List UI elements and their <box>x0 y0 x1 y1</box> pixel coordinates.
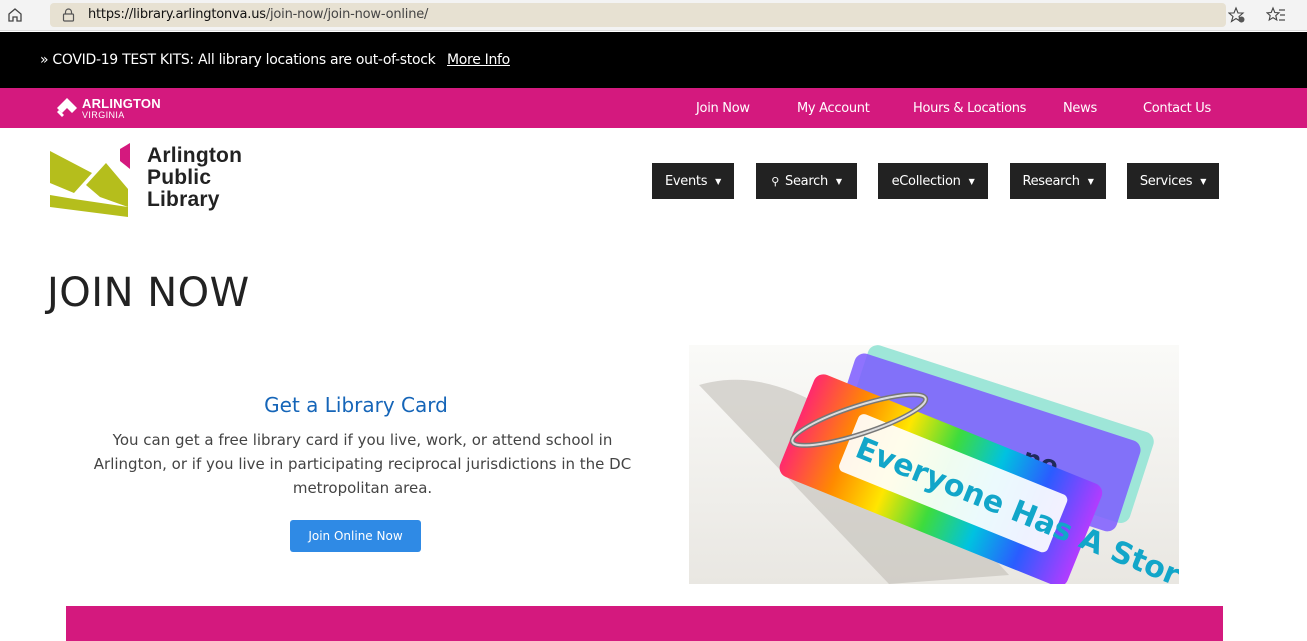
url-path: /join-now/join-now-online/ <box>265 7 429 22</box>
footer-banner <box>66 606 1223 641</box>
services-label: Services <box>1139 173 1193 189</box>
nav-join-now[interactable]: Join Now <box>696 101 750 116</box>
events-label: Events <box>664 173 708 189</box>
search-label: Search <box>785 173 828 189</box>
lock-icon[interactable] <box>62 8 75 22</box>
ecollection-menu-button[interactable]: eCollection ▼ <box>878 163 988 199</box>
search-menu-button[interactable]: ⚲ Search ▼ <box>756 163 857 199</box>
nav-news[interactable]: News <box>1063 101 1097 116</box>
library-logo-mark-icon <box>50 143 130 217</box>
card-section-title: Get a Library Card <box>264 393 448 417</box>
caret-down-icon: ▼ <box>968 176 975 186</box>
research-label: Research <box>1022 173 1080 189</box>
nav-hours-locations[interactable]: Hours & Locations <box>913 101 1026 116</box>
library-name-line2: Public <box>147 166 212 189</box>
favorite-star-icon[interactable] <box>1228 6 1246 24</box>
more-info-link[interactable]: More Info <box>447 52 510 68</box>
library-name-line3: Library <box>147 188 220 211</box>
browser-toolbar: https://library.arlingtonva.us/join-now/… <box>0 0 1307 31</box>
page-title: JOIN NOW <box>47 270 250 316</box>
nav-contact-us[interactable]: Contact Us <box>1143 101 1211 116</box>
alert-text: » COVID-19 TEST KITS: All library locati… <box>40 52 436 68</box>
url-text: https://library.arlingtonva.us/join-now/… <box>88 7 428 22</box>
caret-down-icon: ▼ <box>715 176 722 186</box>
caret-down-icon: ▼ <box>1200 176 1207 186</box>
card-section-text: You can get a free library card if you l… <box>93 431 632 497</box>
events-menu-button[interactable]: Events ▼ <box>652 163 734 199</box>
arlington-diamond-icon <box>57 98 77 117</box>
caret-down-icon: ▼ <box>1087 176 1094 186</box>
library-logo[interactable]: Arlington Public Library <box>48 143 268 221</box>
nav-my-account[interactable]: My Account <box>797 101 870 116</box>
address-bar[interactable]: https://library.arlingtonva.us/join-now/… <box>50 3 1226 27</box>
library-cards-image: ne Everyone Has A Story <box>689 345 1179 584</box>
join-online-now-button[interactable]: Join Online Now <box>290 520 421 552</box>
county-header: ARLINGTON VIRGINIA Join Now My Account H… <box>0 88 1307 128</box>
alert-banner: » COVID-19 TEST KITS: All library locati… <box>0 32 1307 88</box>
services-menu-button[interactable]: Services ▼ <box>1127 163 1219 199</box>
arlington-county-logo[interactable]: ARLINGTON VIRGINIA <box>55 95 185 121</box>
url-domain: https://library.arlingtonva.us <box>88 7 266 22</box>
county-state: VIRGINIA <box>82 110 125 120</box>
caret-down-icon: ▼ <box>835 176 842 186</box>
county-name: ARLINGTON <box>82 96 161 111</box>
favorites-list-icon[interactable] <box>1266 6 1286 24</box>
library-name-line1: Arlington <box>147 144 243 167</box>
ecollection-label: eCollection <box>891 173 961 189</box>
research-menu-button[interactable]: Research ▼ <box>1010 163 1106 199</box>
search-icon: ⚲ <box>771 174 780 188</box>
home-icon[interactable] <box>6 6 24 24</box>
